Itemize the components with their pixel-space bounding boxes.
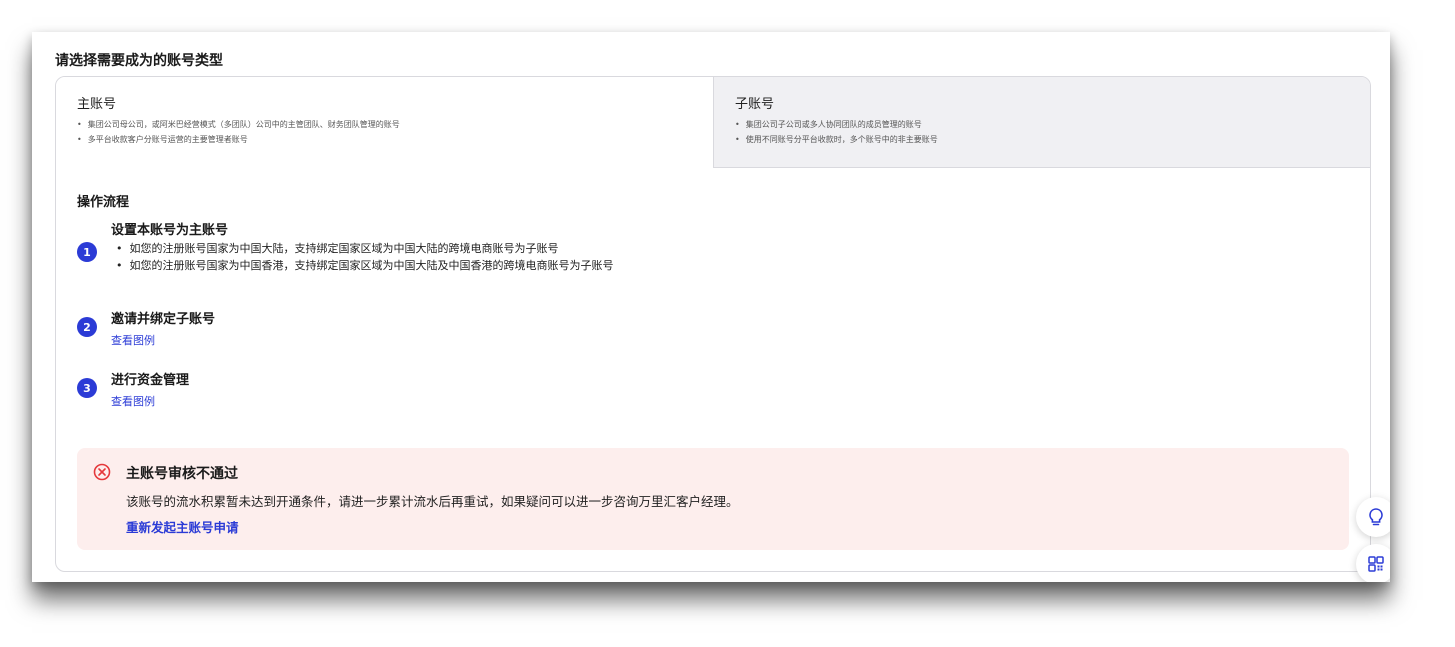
sub-account-description: 集团公司子公司或多人协同团队的成员管理的账号 使用不同账号分平台收款时，多个账号… [735, 117, 938, 147]
qr-code-icon [1368, 556, 1384, 572]
sub-account-label: 子账号 [735, 97, 775, 112]
list-item: 如您的注册账号国家为中国大陆，支持绑定国家区域为中国大陆的跨境电商账号为子账号 [116, 240, 614, 257]
main-account-option[interactable]: 主账号 集团公司母公司，或阿米巴经营模式（多团队）公司中的主管团队、财务团队管理… [56, 77, 713, 168]
list-item: 多平台收款客户分账号运营的主要管理者账号 [77, 132, 400, 147]
step-3-view-example-link[interactable]: 查看图例 [111, 393, 155, 409]
lightbulb-icon [1369, 508, 1383, 526]
step-3-number: 3 [77, 378, 97, 398]
step-3-title: 进行资金管理 [111, 373, 190, 388]
alert-title: 主账号审核不通过 [126, 466, 238, 482]
alert-description: 该账号的流水积累暂未达到开通条件，请进一步累计流水后再重试，如果疑问可以进一步咨… [126, 494, 739, 509]
list-item: 如您的注册账号国家为中国香港，支持绑定国家区域为中国大陆及中国香港的跨境电商账号… [116, 257, 614, 274]
tips-button[interactable] [1356, 497, 1390, 537]
step-2-title: 邀请并绑定子账号 [111, 312, 216, 327]
review-failed-alert: 主账号审核不通过 该账号的流水积累暂未达到开通条件，请进一步累计流水后再重试，如… [77, 448, 1349, 550]
list-item: 集团公司母公司，或阿米巴经营模式（多团队）公司中的主管团队、财务团队管理的账号 [77, 117, 400, 132]
list-item: 使用不同账号分平台收款时，多个账号中的非主要账号 [735, 132, 938, 147]
step-1-title: 设置本账号为主账号 [111, 223, 229, 238]
main-account-label: 主账号 [77, 97, 117, 112]
step-2-number: 2 [77, 317, 97, 337]
flow-title: 操作流程 [77, 195, 130, 210]
page-title: 请选择需要成为的账号类型 [55, 53, 223, 69]
app-window: 请选择需要成为的账号类型 主账号 集团公司母公司，或阿米巴经营模式（多团队）公司… [32, 32, 1390, 582]
reapply-main-account-link[interactable]: 重新发起主账号申请 [126, 517, 239, 536]
account-type-card: 主账号 集团公司母公司，或阿米巴经营模式（多团队）公司中的主管团队、财务团队管理… [55, 76, 1371, 572]
list-item: 集团公司子公司或多人协同团队的成员管理的账号 [735, 117, 938, 132]
sub-account-option[interactable]: 子账号 集团公司子公司或多人协同团队的成员管理的账号 使用不同账号分平台收款时，… [713, 77, 1370, 168]
step-1-details: 如您的注册账号国家为中国大陆，支持绑定国家区域为中国大陆的跨境电商账号为子账号 … [116, 240, 614, 274]
step-1-number: 1 [77, 242, 97, 262]
step-2-view-example-link[interactable]: 查看图例 [111, 332, 155, 348]
main-account-description: 集团公司母公司，或阿米巴经营模式（多团队）公司中的主管团队、财务团队管理的账号 … [77, 117, 400, 147]
qr-code-button[interactable] [1356, 544, 1390, 582]
error-circle-icon [93, 463, 111, 481]
